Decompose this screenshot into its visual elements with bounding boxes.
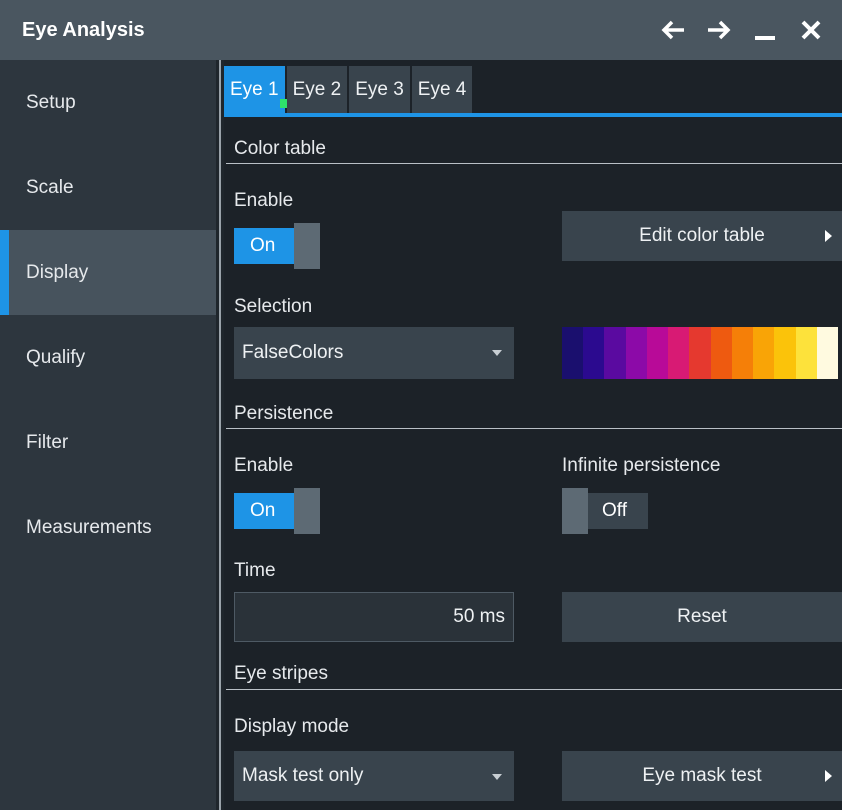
infinite-persistence-label: Infinite persistence [562,455,721,476]
window-title: Eye Analysis [22,18,145,41]
minimize-icon[interactable] [752,17,778,43]
sidebar-item-label: Scale [26,176,74,198]
tab-eye-1[interactable]: Eye 1 [224,66,289,114]
color-swatch [731,327,754,379]
color-swatch [625,327,647,379]
input-value: 50 ms [453,606,505,627]
color-swatch [816,327,839,379]
tab-label: Eye 3 [355,79,404,100]
submenu-arrow-icon [825,230,832,242]
sidebar-item-scale[interactable]: Scale [0,145,216,230]
sidebar-item-qualify[interactable]: Qualify [0,315,216,400]
persistence-enable-toggle[interactable]: On [234,488,320,534]
color-table-enable-toggle[interactable]: On [234,223,320,269]
sidebar-item-display[interactable]: Display [0,230,216,315]
submenu-arrow-icon [825,770,832,782]
section-title-persistence: Persistence [234,403,334,424]
eye-mask-test-button[interactable]: Eye mask test [562,751,842,801]
window-controls [660,0,824,60]
toggle-knob [562,488,588,534]
color-swatch [562,327,584,379]
sidebar-item-measurements[interactable]: Measurements [0,485,216,570]
color-table-enable-label: Enable [234,190,294,211]
dropdown-value: Mask test only [242,765,364,786]
sidebar-item-label: Qualify [26,346,86,368]
panel-divider[interactable] [216,60,224,810]
back-icon[interactable] [660,17,686,43]
toggle-on-label: On [234,228,294,264]
section-title-eye-stripes: Eye stripes [234,663,328,684]
sidebar-item-label: Setup [26,91,76,113]
reset-button[interactable]: Reset [562,592,842,642]
edit-color-table-button[interactable]: Edit color table [562,211,842,261]
sidebar-item-setup[interactable]: Setup [0,60,216,145]
sidebar-item-filter[interactable]: Filter [0,400,216,485]
tab-label: Eye 1 [230,79,279,100]
persistence-enable-label: Enable [234,455,294,476]
tab-eye-2[interactable]: Eye 2 [286,66,348,114]
color-swatch [646,327,669,379]
sidebar-item-label: Filter [26,431,69,453]
infinite-persistence-toggle[interactable]: Off [562,488,648,534]
chevron-down-icon [492,350,502,356]
tab-eye-4[interactable]: Eye 4 [411,66,473,114]
color-swatch [583,327,605,379]
color-swatch [710,327,732,379]
color-table-selection-dropdown[interactable]: FalseColors [234,327,514,379]
color-table-preview [562,327,839,379]
sidebar: Setup Scale Display Qualify Filter Measu… [0,60,216,810]
time-label: Time [234,560,276,581]
toggle-knob [294,223,320,269]
color-swatch [753,327,775,379]
dropdown-value: FalseColors [242,342,344,363]
persistence-time-input[interactable]: 50 ms [234,592,514,642]
color-swatch [774,327,796,379]
button-label: Edit color table [639,225,765,246]
tab-underline [224,113,842,117]
color-swatch [689,327,711,379]
display-mode-label: Display mode [234,716,350,737]
section-divider [226,428,842,429]
sidebar-item-label: Measurements [26,516,152,538]
tab-label: Eye 4 [417,79,467,100]
button-label: Eye mask test [642,765,762,786]
display-panel: Eye 1 Eye 2 Eye 3 Eye 4 Color table Enab… [224,60,842,810]
section-divider [226,689,842,690]
tab-eye-3[interactable]: Eye 3 [349,66,410,114]
selection-label: Selection [234,296,313,317]
close-icon[interactable] [798,17,824,43]
toggle-knob [294,488,320,534]
tab-label: Eye 2 [292,79,342,100]
section-title-color-table: Color table [234,138,326,159]
color-swatch [668,327,690,379]
toggle-off-label: Off [588,493,648,529]
color-swatch [795,327,817,379]
toggle-on-label: On [234,493,294,529]
display-mode-dropdown[interactable]: Mask test only [234,751,514,801]
button-label: Reset [677,606,727,627]
color-swatch [604,327,626,379]
section-divider [226,163,842,164]
chevron-down-icon [492,774,502,780]
forward-icon[interactable] [706,17,732,43]
sidebar-item-label: Display [26,261,89,283]
eye-tabs: Eye 1 Eye 2 Eye 3 Eye 4 [224,66,474,114]
title-bar: Eye Analysis [0,0,842,60]
